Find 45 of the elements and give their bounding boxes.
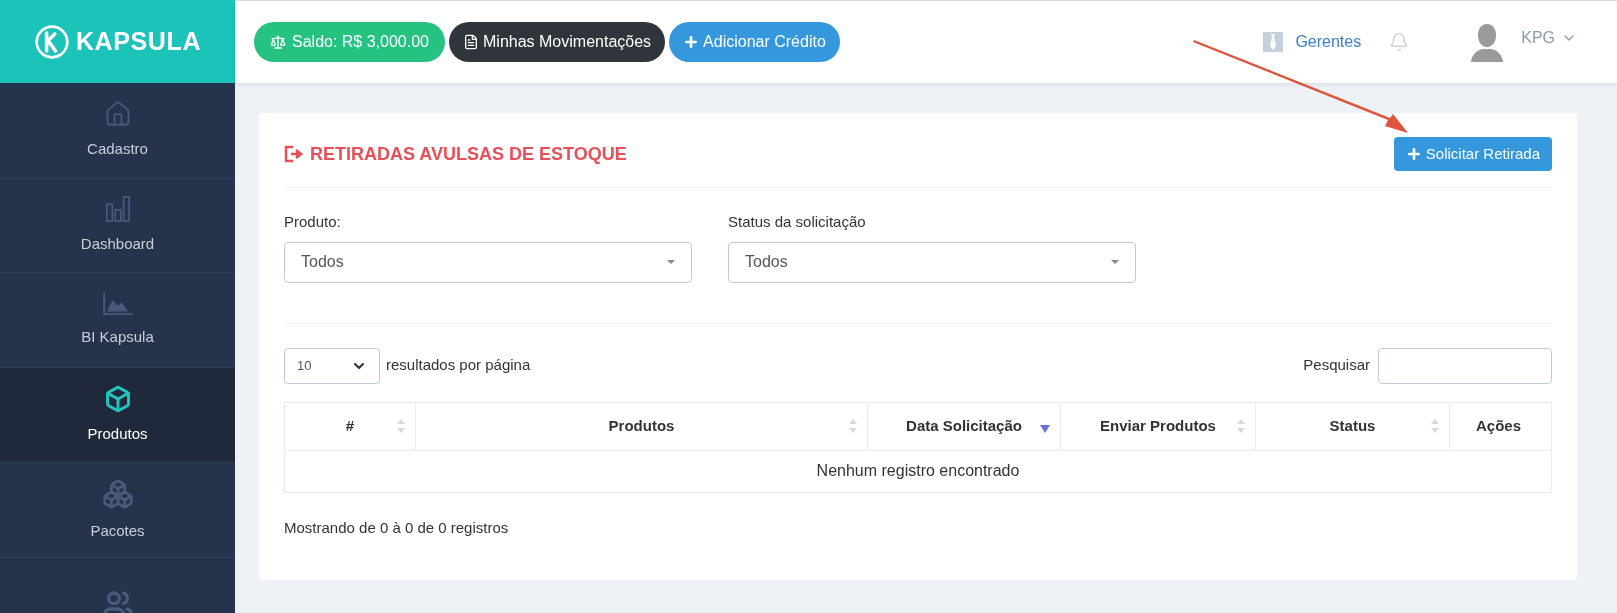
sort-descending-icon	[1040, 425, 1050, 433]
plus-icon	[683, 34, 700, 50]
search-label: Pesquisar	[1303, 355, 1370, 376]
bell-icon[interactable]	[1389, 32, 1410, 52]
empty-table-message: Nenhum registro encontrado	[815, 461, 1021, 481]
column-header[interactable]: Enviar Produtos	[1061, 402, 1256, 450]
plus-icon	[1405, 146, 1422, 162]
table-info: Mostrando de 0 à 0 de 0 registros	[284, 517, 509, 538]
movements-button[interactable]: Minhas Movimentações	[449, 22, 666, 62]
brand-name: KAPSULA	[75, 25, 202, 57]
sort-icon	[849, 419, 857, 433]
managers-link[interactable]: Gerentes	[1263, 30, 1362, 54]
column-header[interactable]: #	[285, 402, 416, 450]
page-size-select[interactable]: 10	[284, 347, 380, 384]
filter-select[interactable]: Todos	[284, 241, 692, 283]
exit-icon	[284, 145, 304, 163]
sort-icon	[397, 419, 405, 433]
panel-title: RETIRADAS AVULSAS DE ESTOQUE	[310, 142, 627, 166]
document-icon	[463, 34, 479, 50]
boxes-icon	[101, 477, 134, 510]
bar-chart-icon	[103, 194, 132, 223]
scale-icon	[270, 34, 286, 50]
column-header[interactable]: Produtos	[416, 402, 868, 450]
sidebar-item[interactable]: Pacotes	[0, 463, 235, 558]
filter-select[interactable]: Todos	[728, 241, 1136, 283]
column-header[interactable]: Status	[1256, 402, 1450, 450]
column-header[interactable]: Data Solicitação	[868, 402, 1061, 450]
caret-icon	[667, 260, 675, 264]
caret-icon	[1111, 260, 1119, 264]
sidebar-item[interactable]: Produtos	[0, 368, 235, 463]
users-icon	[101, 589, 134, 613]
sort-icon	[1237, 419, 1245, 433]
tie-icon	[1263, 32, 1284, 52]
sidebar-item[interactable]: Dashboard	[0, 178, 235, 273]
logo-icon	[33, 23, 70, 60]
sidebar-item[interactable]: Cadastro	[0, 83, 235, 178]
page-size-label: resultados por página	[386, 355, 531, 376]
filter-label: Status da solicitação	[728, 212, 867, 232]
avatar-icon[interactable]	[1469, 22, 1506, 62]
sort-icon	[1431, 419, 1439, 433]
search-field[interactable]	[1378, 347, 1552, 384]
cube-icon	[103, 384, 132, 413]
column-header[interactable]: Ações	[1450, 402, 1547, 450]
area-chart-icon	[101, 291, 134, 316]
filter-label: Produto:	[284, 212, 342, 232]
